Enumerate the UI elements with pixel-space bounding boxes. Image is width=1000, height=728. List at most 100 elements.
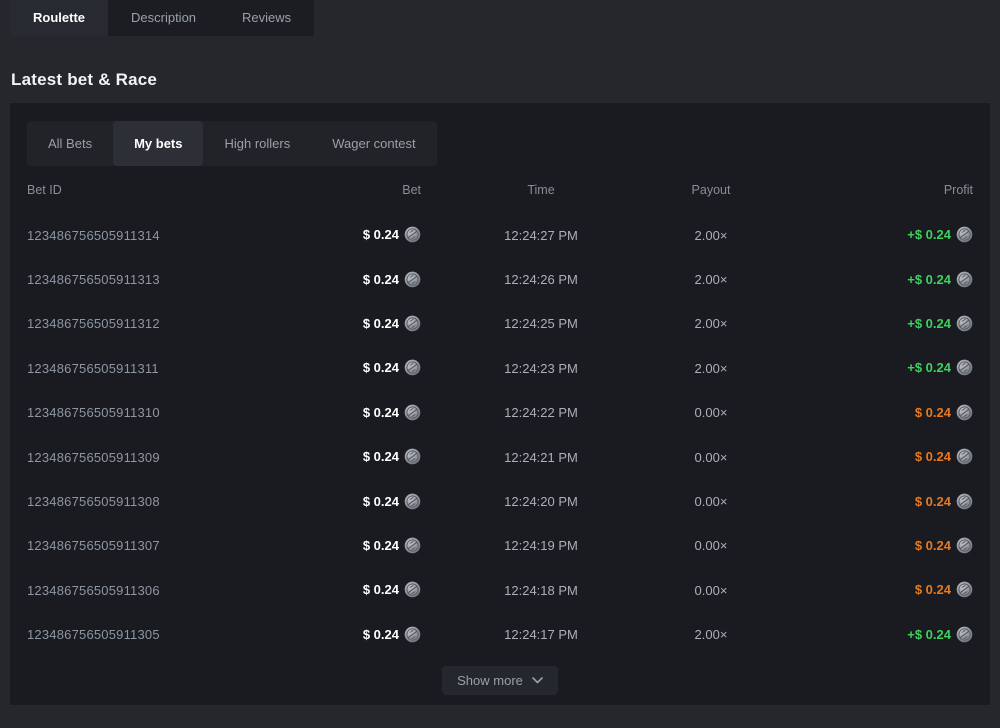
table-row[interactable]: 123486756505911309 $ 0.24: [27, 435, 973, 479]
tab-roulette[interactable]: Roulette: [10, 0, 108, 36]
bet-profit-cell: $ 0.24: [761, 448, 973, 466]
coin-icon: [956, 315, 973, 332]
show-more-label: Show more: [457, 673, 523, 688]
bet-profit-cell: +$ 0.24: [761, 359, 973, 377]
bet-time-cell: 12:24:19 PM: [421, 538, 661, 553]
bet-id-cell: 123486756505911311: [27, 361, 279, 376]
coin-icon: [404, 271, 421, 288]
bet-id-cell: 123486756505911305: [27, 627, 279, 642]
header-bet: Bet: [279, 183, 421, 197]
coin-icon: [956, 448, 973, 465]
tab-description[interactable]: Description: [108, 0, 219, 36]
bet-profit-value: +$ 0.24: [907, 272, 951, 287]
tab-reviews[interactable]: Reviews: [219, 0, 314, 36]
bet-time-cell: 12:24:21 PM: [421, 450, 661, 465]
bet-amount-cell: $ 0.24: [279, 448, 421, 466]
coin-icon: [404, 359, 421, 376]
bet-time-cell: 12:24:22 PM: [421, 405, 661, 420]
bet-profit-value: $ 0.24: [915, 449, 951, 464]
table-row[interactable]: 123486756505911314 $ 0.24: [27, 213, 973, 257]
bet-profit-cell: +$ 0.24: [761, 226, 973, 244]
table-row[interactable]: 123486756505911307 $ 0.24: [27, 524, 973, 568]
bet-amount-value: $ 0.24: [363, 316, 399, 331]
game-tabs: Roulette Description Reviews: [10, 0, 314, 36]
bet-profit-cell: $ 0.24: [761, 493, 973, 511]
page-title: Latest bet & Race: [11, 70, 157, 90]
bet-id-cell: 123486756505911310: [27, 405, 279, 420]
bet-profit-cell: +$ 0.24: [761, 315, 973, 333]
table-row[interactable]: 123486756505911305 $ 0.24: [27, 613, 973, 657]
bet-profit-value: $ 0.24: [915, 538, 951, 553]
tab-wager-contest[interactable]: Wager contest: [311, 121, 436, 166]
bet-id-cell: 123486756505911308: [27, 494, 279, 509]
bet-payout-cell: 2.00×: [661, 361, 761, 376]
bet-amount-cell: $ 0.24: [279, 226, 421, 244]
bet-amount-cell: $ 0.24: [279, 404, 421, 422]
latest-bets-panel: All Bets My bets High rollers Wager cont…: [10, 103, 990, 705]
bet-profit-value: +$ 0.24: [907, 360, 951, 375]
bet-id-cell: 123486756505911309: [27, 450, 279, 465]
coin-icon: [404, 226, 421, 243]
table-row[interactable]: 123486756505911308 $ 0.24: [27, 479, 973, 523]
bet-payout-cell: 0.00×: [661, 583, 761, 598]
bet-payout-cell: 2.00×: [661, 272, 761, 287]
show-more-button[interactable]: Show more: [442, 666, 558, 695]
bet-payout-cell: 2.00×: [661, 627, 761, 642]
bet-profit-cell: +$ 0.24: [761, 626, 973, 644]
bet-time-cell: 12:24:20 PM: [421, 494, 661, 509]
bet-payout-cell: 2.00×: [661, 316, 761, 331]
bet-profit-value: +$ 0.24: [907, 627, 951, 642]
coin-icon: [956, 537, 973, 554]
bet-amount-value: $ 0.24: [363, 360, 399, 375]
bet-amount-cell: $ 0.24: [279, 271, 421, 289]
bet-amount-cell: $ 0.24: [279, 581, 421, 599]
coin-icon: [956, 626, 973, 643]
header-profit: Profit: [761, 183, 973, 197]
bet-amount-cell: $ 0.24: [279, 359, 421, 377]
bet-amount-value: $ 0.24: [363, 227, 399, 242]
bet-id-cell: 123486756505911312: [27, 316, 279, 331]
bet-id-cell: 123486756505911306: [27, 583, 279, 598]
bet-profit-cell: $ 0.24: [761, 581, 973, 599]
coin-icon: [956, 271, 973, 288]
tab-all-bets[interactable]: All Bets: [27, 121, 113, 166]
bet-time-cell: 12:24:27 PM: [421, 228, 661, 243]
tab-my-bets[interactable]: My bets: [113, 121, 203, 166]
bet-profit-value: $ 0.24: [915, 405, 951, 420]
table-row[interactable]: 123486756505911313 $ 0.24: [27, 257, 973, 301]
coin-icon: [404, 626, 421, 643]
bet-time-cell: 12:24:18 PM: [421, 583, 661, 598]
table-row[interactable]: 123486756505911306 $ 0.24: [27, 568, 973, 612]
bet-amount-value: $ 0.24: [363, 405, 399, 420]
coin-icon: [956, 581, 973, 598]
bet-profit-value: +$ 0.24: [907, 227, 951, 242]
bet-profit-cell: $ 0.24: [761, 404, 973, 422]
bet-amount-cell: $ 0.24: [279, 537, 421, 555]
coin-icon: [956, 493, 973, 510]
bet-id-cell: 123486756505911307: [27, 538, 279, 553]
bet-profit-value: $ 0.24: [915, 582, 951, 597]
tab-high-rollers[interactable]: High rollers: [203, 121, 311, 166]
header-bet-id: Bet ID: [27, 183, 279, 197]
header-payout: Payout: [661, 183, 761, 197]
table-row[interactable]: 123486756505911312 $ 0.24: [27, 302, 973, 346]
bet-time-cell: 12:24:26 PM: [421, 272, 661, 287]
bet-amount-value: $ 0.24: [363, 582, 399, 597]
bet-time-cell: 12:24:25 PM: [421, 316, 661, 331]
coin-icon: [404, 448, 421, 465]
bet-payout-cell: 0.00×: [661, 494, 761, 509]
coin-icon: [404, 581, 421, 598]
coin-icon: [956, 359, 973, 376]
bet-profit-cell: $ 0.24: [761, 537, 973, 555]
bet-id-cell: 123486756505911314: [27, 228, 279, 243]
coin-icon: [956, 226, 973, 243]
header-time: Time: [421, 183, 661, 197]
coin-icon: [956, 404, 973, 421]
bet-amount-cell: $ 0.24: [279, 493, 421, 511]
table-row[interactable]: 123486756505911311 $ 0.24: [27, 346, 973, 390]
bet-payout-cell: 2.00×: [661, 228, 761, 243]
table-row[interactable]: 123486756505911310 $ 0.24: [27, 391, 973, 435]
coin-icon: [404, 315, 421, 332]
bet-id-cell: 123486756505911313: [27, 272, 279, 287]
table-header-row: Bet ID Bet Time Payout Profit: [27, 180, 973, 200]
